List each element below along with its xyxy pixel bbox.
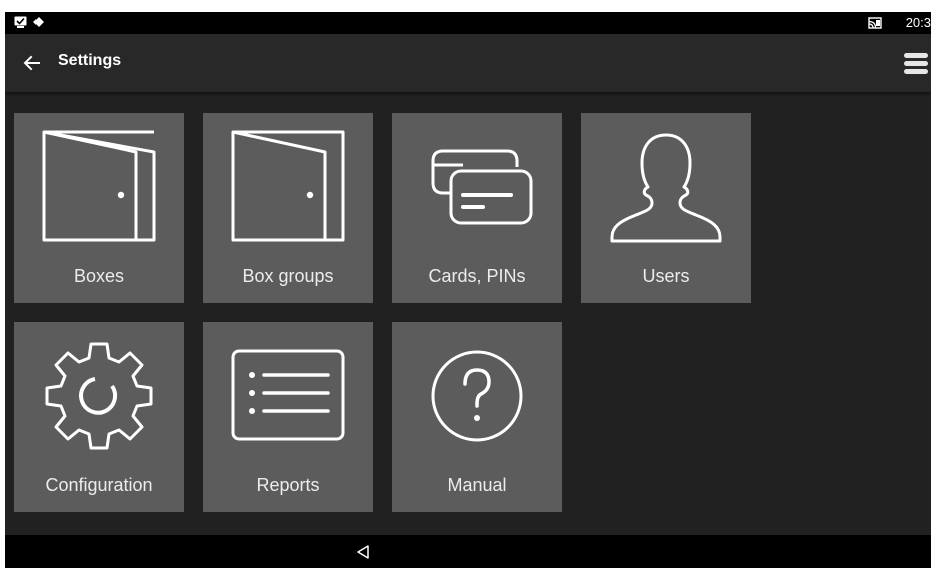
device-screen: 20:3 Settings Boxes Box groups Cards, PI… (5, 12, 931, 568)
menu-button[interactable] (903, 51, 929, 77)
tile-boxes[interactable]: Boxes (14, 113, 184, 303)
tile-users[interactable]: Users (581, 113, 751, 303)
tile-label: Cards, PINs (428, 266, 526, 286)
tile-label: Manual (447, 475, 507, 495)
tile-label: Reports (256, 475, 320, 495)
tile-label: Users (642, 266, 690, 286)
tile-label: Box groups (242, 266, 334, 286)
arrow-left-icon (23, 55, 40, 71)
cast-icon (867, 16, 882, 29)
cards-icon (431, 149, 533, 225)
tile-reports[interactable]: Reports (203, 322, 373, 512)
navigation-bar (5, 535, 931, 568)
door-icon (231, 130, 345, 242)
triangle-back-icon (357, 545, 369, 559)
status-bar: 20:3 (5, 12, 931, 34)
user-silhouette-icon (610, 133, 722, 243)
tile-configuration[interactable]: Configuration (14, 322, 184, 512)
status-left-icons (14, 16, 46, 28)
tile-box-groups[interactable]: Box groups (203, 113, 373, 303)
help-circle-icon (431, 350, 523, 442)
tile-cards-pins[interactable]: Cards, PINs (392, 113, 562, 303)
diamond-arrows-icon (33, 17, 44, 27)
list-icon (231, 349, 345, 441)
app-bar: Settings (5, 34, 931, 92)
tile-label: Boxes (73, 266, 125, 286)
nav-back-button[interactable] (355, 544, 371, 560)
hamburger-menu-icon (904, 53, 928, 74)
page-title: Settings (58, 52, 122, 69)
status-time: 20:3 (905, 15, 931, 30)
back-button[interactable] (19, 50, 45, 76)
door-icon (42, 130, 156, 242)
gear-icon (45, 342, 153, 450)
tile-label: Configuration (45, 475, 153, 495)
status-right: 20:3 (867, 15, 931, 30)
tile-manual[interactable]: Manual (392, 322, 562, 512)
checkbox-notification-icon (14, 16, 27, 28)
